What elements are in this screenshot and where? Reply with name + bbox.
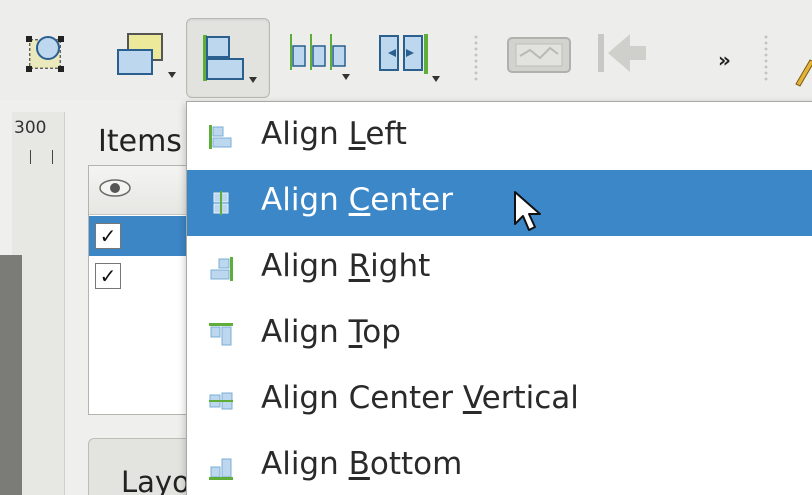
mouse-cursor-icon — [514, 191, 541, 231]
atlas-preview-button[interactable] — [500, 18, 580, 96]
menu-item-label: ight — [370, 248, 431, 284]
menu-item-align-center-vertical[interactable]: Align Center Vertical — [187, 368, 812, 434]
menu-item-label: ottom — [369, 446, 463, 482]
visibility-checkbox[interactable]: ✓ — [95, 223, 121, 249]
align-right-icon — [210, 257, 233, 281]
menu-item-label: enter — [370, 182, 453, 218]
menu-item-label: Align — [261, 446, 349, 482]
toolbar-grip[interactable] — [474, 34, 478, 82]
menu-item-label: eft — [365, 116, 407, 152]
mnemonic: L — [348, 116, 366, 152]
overflow-chevron-icon[interactable]: » — [718, 48, 731, 72]
mnemonic: C — [348, 182, 371, 218]
align-dropdown-menu: Align Left Align Center Align Right Alig… — [186, 101, 812, 495]
items-panel-title: Items — [98, 124, 182, 159]
menu-item-align-center[interactable]: Align Center — [187, 170, 812, 236]
mnemonic: B — [348, 446, 370, 482]
resize-icon — [379, 34, 440, 82]
toolbar: » — [0, 0, 812, 100]
visibility-checkbox[interactable]: ✓ — [95, 263, 121, 289]
menu-item-label: Align — [261, 182, 349, 218]
menu-item-align-bottom[interactable]: Align Bottom — [187, 434, 812, 495]
select-items-icon — [26, 36, 64, 72]
mnemonic: R — [348, 248, 371, 284]
menu-item-label: op — [362, 314, 401, 350]
ruler-tick — [30, 150, 31, 164]
align-bottom-icon — [209, 458, 233, 480]
align-left-icon — [209, 125, 232, 149]
align-left-icon — [203, 35, 257, 83]
items-table: ✓ ✓ — [88, 165, 200, 415]
distribute-items-button[interactable] — [284, 18, 364, 96]
toolbar-grip-2[interactable] — [764, 34, 768, 82]
eye-icon — [99, 179, 131, 197]
menu-item-label: ertical — [481, 380, 579, 416]
ruler-label: 300 — [14, 118, 47, 138]
raise-items-button[interactable] — [108, 18, 180, 96]
table-row[interactable]: ✓ — [89, 216, 199, 256]
align-items-button[interactable] — [186, 18, 270, 98]
align-center-vertical-icon — [209, 392, 233, 410]
menu-item-label: Align — [261, 116, 349, 152]
menu-item-align-top[interactable]: Align Top — [187, 302, 812, 368]
menu-item-label: Align — [261, 314, 349, 350]
canvas-edge — [0, 255, 22, 495]
mnemonic: V — [462, 380, 482, 416]
menu-item-label: Align — [261, 248, 349, 284]
distribute-icon — [290, 34, 350, 80]
align-center-icon — [213, 191, 229, 215]
raise-items-icon — [117, 33, 176, 78]
atlas-icon — [507, 37, 571, 73]
ruler-tick — [52, 150, 53, 164]
pencil-icon[interactable] — [792, 50, 812, 90]
mnemonic: T — [348, 314, 363, 350]
select-items-button[interactable] — [20, 18, 80, 96]
layout-designer-window: » 300 Items ✓ ✓ Layout Align Left Align … — [0, 0, 812, 495]
resize-items-button[interactable] — [374, 18, 454, 96]
first-feature-icon — [598, 34, 646, 72]
first-feature-button[interactable] — [590, 18, 660, 96]
menu-item-label: Align Center — [261, 380, 463, 416]
items-table-header — [89, 166, 199, 215]
align-top-icon — [209, 323, 233, 346]
menu-item-align-right[interactable]: Align Right — [187, 236, 812, 302]
menu-item-align-left[interactable]: Align Left — [187, 104, 812, 170]
table-row[interactable]: ✓ — [89, 256, 199, 296]
